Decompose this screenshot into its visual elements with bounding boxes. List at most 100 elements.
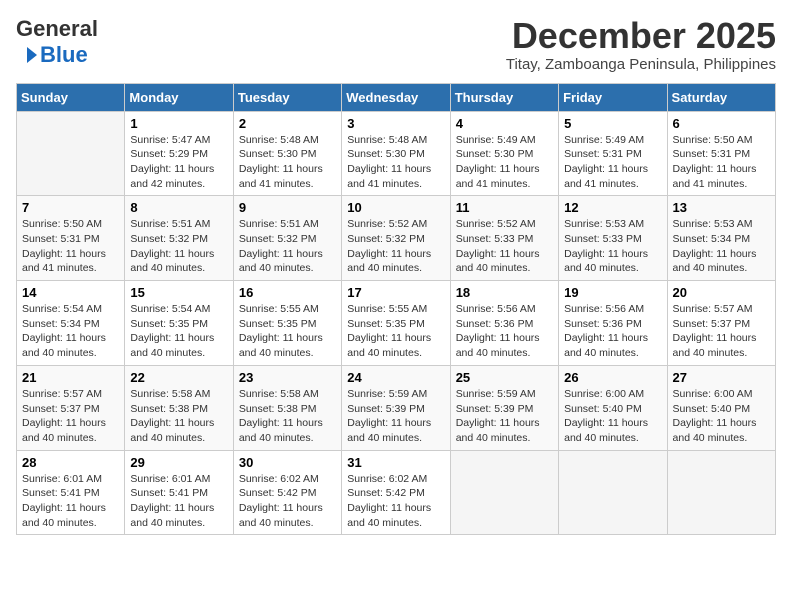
calendar-week-row: 7 Sunrise: 5:50 AMSunset: 5:31 PMDaylight… <box>17 196 776 281</box>
day-info: Sunrise: 5:50 AMSunset: 5:31 PMDaylight:… <box>673 133 770 192</box>
logo-flag-icon <box>16 46 38 64</box>
day-info: Sunrise: 5:59 AMSunset: 5:39 PMDaylight:… <box>347 387 444 446</box>
day-info: Sunrise: 5:58 AMSunset: 5:38 PMDaylight:… <box>130 387 227 446</box>
calendar-cell: 30Sunrise: 6:02 AMSunset: 5:42 PMDayligh… <box>233 450 341 535</box>
logo-general: General <box>16 16 98 42</box>
calendar-cell: 21 Sunrise: 5:57 AMSunset: 5:37 PMDayligh… <box>17 365 125 450</box>
calendar-week-row: 28 Sunrise: 6:01 AMSunset: 5:41 PMDayligh… <box>17 450 776 535</box>
day-number: 9 <box>239 200 336 215</box>
day-info: Sunrise: 5:58 AMSunset: 5:38 PMDaylight:… <box>239 387 336 446</box>
logo-blue: Blue <box>40 42 88 68</box>
day-number: 7 <box>22 200 119 215</box>
day-info: Sunrise: 5:56 AMSunset: 5:36 PMDaylight:… <box>564 302 661 361</box>
day-info: Sunrise: 5:50 AMSunset: 5:31 PMDaylight:… <box>22 217 119 276</box>
calendar-week-row: 14 Sunrise: 5:54 AMSunset: 5:34 PMDayligh… <box>17 281 776 366</box>
day-number: 25 <box>456 370 553 385</box>
day-number: 21 <box>22 370 119 385</box>
calendar-cell: 20 Sunrise: 5:57 AMSunset: 5:37 PMDayligh… <box>667 281 775 366</box>
day-number: 22 <box>130 370 227 385</box>
day-number: 8 <box>130 200 227 215</box>
day-info: Sunrise: 5:54 AMSunset: 5:34 PMDaylight:… <box>22 302 119 361</box>
day-number: 5 <box>564 116 661 131</box>
calendar-cell: 27Sunrise: 6:00 AMSunset: 5:40 PMDayligh… <box>667 365 775 450</box>
day-number: 2 <box>239 116 336 131</box>
day-number: 30 <box>239 455 336 470</box>
calendar-cell: 4 Sunrise: 5:49 AMSunset: 5:30 PMDaylight… <box>450 111 558 196</box>
day-info: Sunrise: 6:01 AMSunset: 5:41 PMDaylight:… <box>22 472 119 531</box>
page-header: General Blue December 2025 Titay, Zamboa… <box>16 16 776 73</box>
day-number: 14 <box>22 285 119 300</box>
day-info: Sunrise: 6:00 AMSunset: 5:40 PMDaylight:… <box>673 387 770 446</box>
title-area: December 2025 Titay, Zamboanga Peninsula… <box>506 16 776 73</box>
calendar-cell: 28 Sunrise: 6:01 AMSunset: 5:41 PMDayligh… <box>17 450 125 535</box>
day-number: 17 <box>347 285 444 300</box>
day-number: 13 <box>673 200 770 215</box>
subtitle: Titay, Zamboanga Peninsula, Philippines <box>506 56 776 73</box>
day-number: 23 <box>239 370 336 385</box>
calendar-cell: 1Sunrise: 5:47 AMSunset: 5:29 PMDaylight… <box>125 111 233 196</box>
day-number: 18 <box>456 285 553 300</box>
day-of-week-header: Tuesday <box>233 83 341 111</box>
day-info: Sunrise: 5:51 AMSunset: 5:32 PMDaylight:… <box>130 217 227 276</box>
calendar-cell: 7 Sunrise: 5:50 AMSunset: 5:31 PMDaylight… <box>17 196 125 281</box>
calendar-cell: 6 Sunrise: 5:50 AMSunset: 5:31 PMDaylight… <box>667 111 775 196</box>
calendar-cell: 12 Sunrise: 5:53 AMSunset: 5:33 PMDayligh… <box>559 196 667 281</box>
calendar-table: SundayMondayTuesdayWednesdayThursdayFrid… <box>16 83 776 536</box>
day-of-week-header: Friday <box>559 83 667 111</box>
calendar-cell <box>559 450 667 535</box>
day-number: 26 <box>564 370 661 385</box>
logo: General Blue <box>16 16 98 68</box>
day-info: Sunrise: 6:00 AMSunset: 5:40 PMDaylight:… <box>564 387 661 446</box>
day-info: Sunrise: 5:47 AMSunset: 5:29 PMDaylight:… <box>130 133 227 192</box>
day-info: Sunrise: 5:49 AMSunset: 5:31 PMDaylight:… <box>564 133 661 192</box>
day-info: Sunrise: 5:48 AMSunset: 5:30 PMDaylight:… <box>347 133 444 192</box>
day-number: 31 <box>347 455 444 470</box>
day-number: 4 <box>456 116 553 131</box>
calendar-week-row: 1Sunrise: 5:47 AMSunset: 5:29 PMDaylight… <box>17 111 776 196</box>
calendar-cell <box>450 450 558 535</box>
day-of-week-header: Monday <box>125 83 233 111</box>
calendar-cell: 14 Sunrise: 5:54 AMSunset: 5:34 PMDayligh… <box>17 281 125 366</box>
day-number: 11 <box>456 200 553 215</box>
day-number: 28 <box>22 455 119 470</box>
calendar-body: 1Sunrise: 5:47 AMSunset: 5:29 PMDaylight… <box>17 111 776 535</box>
day-info: Sunrise: 5:49 AMSunset: 5:30 PMDaylight:… <box>456 133 553 192</box>
day-info: Sunrise: 5:52 AMSunset: 5:32 PMDaylight:… <box>347 217 444 276</box>
day-info: Sunrise: 5:55 AMSunset: 5:35 PMDaylight:… <box>239 302 336 361</box>
calendar-cell: 22 Sunrise: 5:58 AMSunset: 5:38 PMDayligh… <box>125 365 233 450</box>
calendar-cell <box>667 450 775 535</box>
day-info: Sunrise: 5:55 AMSunset: 5:35 PMDaylight:… <box>347 302 444 361</box>
calendar-cell: 11 Sunrise: 5:52 AMSunset: 5:33 PMDayligh… <box>450 196 558 281</box>
day-number: 15 <box>130 285 227 300</box>
day-number: 29 <box>130 455 227 470</box>
calendar-cell: 29Sunrise: 6:01 AMSunset: 5:41 PMDayligh… <box>125 450 233 535</box>
calendar-cell: 31 Sunrise: 6:02 AMSunset: 5:42 PMDayligh… <box>342 450 450 535</box>
day-number: 12 <box>564 200 661 215</box>
day-of-week-header: Wednesday <box>342 83 450 111</box>
day-info: Sunrise: 5:59 AMSunset: 5:39 PMDaylight:… <box>456 387 553 446</box>
day-number: 24 <box>347 370 444 385</box>
day-info: Sunrise: 5:57 AMSunset: 5:37 PMDaylight:… <box>22 387 119 446</box>
calendar-cell: 19Sunrise: 5:56 AMSunset: 5:36 PMDayligh… <box>559 281 667 366</box>
day-number: 20 <box>673 285 770 300</box>
calendar-cell: 17 Sunrise: 5:55 AMSunset: 5:35 PMDayligh… <box>342 281 450 366</box>
day-info: Sunrise: 5:48 AMSunset: 5:30 PMDaylight:… <box>239 133 336 192</box>
calendar-cell: 15Sunrise: 5:54 AMSunset: 5:35 PMDayligh… <box>125 281 233 366</box>
day-info: Sunrise: 5:53 AMSunset: 5:34 PMDaylight:… <box>673 217 770 276</box>
calendar-week-row: 21 Sunrise: 5:57 AMSunset: 5:37 PMDayligh… <box>17 365 776 450</box>
calendar-cell: 8 Sunrise: 5:51 AMSunset: 5:32 PMDaylight… <box>125 196 233 281</box>
day-info: Sunrise: 6:02 AMSunset: 5:42 PMDaylight:… <box>347 472 444 531</box>
month-title: December 2025 <box>506 16 776 56</box>
day-of-week-header: Thursday <box>450 83 558 111</box>
day-number: 16 <box>239 285 336 300</box>
calendar-cell <box>17 111 125 196</box>
day-info: Sunrise: 5:51 AMSunset: 5:32 PMDaylight:… <box>239 217 336 276</box>
day-info: Sunrise: 5:57 AMSunset: 5:37 PMDaylight:… <box>673 302 770 361</box>
day-info: Sunrise: 5:52 AMSunset: 5:33 PMDaylight:… <box>456 217 553 276</box>
day-number: 6 <box>673 116 770 131</box>
day-number: 10 <box>347 200 444 215</box>
calendar-cell: 16 Sunrise: 5:55 AMSunset: 5:35 PMDayligh… <box>233 281 341 366</box>
day-info: Sunrise: 5:53 AMSunset: 5:33 PMDaylight:… <box>564 217 661 276</box>
calendar-cell: 23 Sunrise: 5:58 AMSunset: 5:38 PMDayligh… <box>233 365 341 450</box>
calendar-cell: 2 Sunrise: 5:48 AMSunset: 5:30 PMDaylight… <box>233 111 341 196</box>
